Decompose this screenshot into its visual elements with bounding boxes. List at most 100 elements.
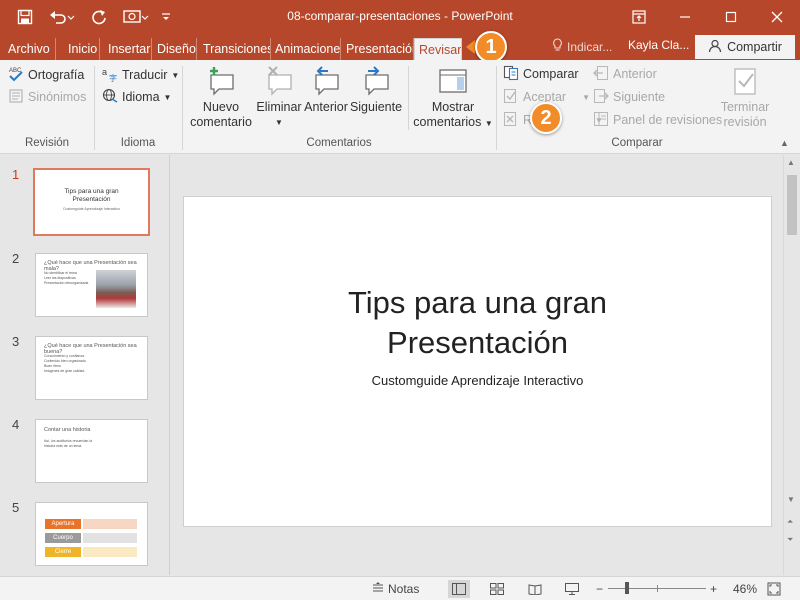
- show-comments-label-2: comentarios ▼: [413, 115, 493, 131]
- show-comments-icon: [437, 62, 469, 100]
- end-review-label-1: Terminar: [720, 100, 770, 114]
- scroll-up-icon[interactable]: ▲: [787, 158, 795, 167]
- zoom-out-icon[interactable]: −: [596, 581, 603, 597]
- tab-animaciones[interactable]: Animaciones: [273, 38, 341, 60]
- share-label: Compartir: [727, 40, 782, 54]
- globe-icon: [102, 88, 118, 107]
- group-label-comments: Comentarios: [306, 137, 372, 149]
- tab-insertar[interactable]: Insertar: [106, 38, 152, 60]
- scrollbar-thumb[interactable]: [787, 175, 797, 235]
- spelling-button[interactable]: ABC Ortografía: [8, 65, 84, 85]
- new-comment-icon: [205, 62, 237, 100]
- scroll-down-icon[interactable]: ▼: [787, 495, 795, 504]
- slide-number: 4: [12, 417, 20, 432]
- slide-title[interactable]: Tips para una gran Presentación: [184, 283, 771, 363]
- previous-change-icon: [593, 65, 609, 84]
- share-button[interactable]: Compartir: [695, 35, 795, 59]
- language-button[interactable]: Idioma ▼: [102, 87, 171, 107]
- thesaurus-button[interactable]: Sinónimos: [8, 87, 86, 107]
- minimize-icon[interactable]: [662, 0, 708, 34]
- tell-me-box[interactable]: Indicar...: [552, 38, 612, 55]
- chevron-down-icon: ▼: [582, 92, 591, 102]
- slide-subtitle[interactable]: Customguide Aprendizaje Interactivo: [184, 373, 771, 388]
- thumb-3-bullet: Imágenes de gran calidad: [44, 369, 85, 373]
- new-comment-label-1: Nuevo: [202, 100, 240, 114]
- tab-revisar[interactable]: Revisar: [414, 38, 462, 60]
- delete-comment-button[interactable]: Eliminar ▼: [255, 62, 303, 130]
- thumb-2-bullet: No identificar el tema: [44, 271, 77, 275]
- translate-button[interactable]: a字 Traducir ▼: [102, 65, 179, 85]
- previous-change-button[interactable]: Anterior: [593, 64, 657, 84]
- callout-1-pointer: [466, 40, 475, 54]
- callout-1: 1: [475, 31, 507, 63]
- slideshow-icon[interactable]: [565, 581, 579, 597]
- slide-number: 1: [12, 167, 20, 182]
- show-comments-button[interactable]: Mostrar comentarios ▼: [413, 62, 493, 131]
- normal-view-icon[interactable]: [448, 580, 470, 598]
- slide-thumbnail-2[interactable]: ¿Qué hace que una Presentación sea mala?…: [35, 253, 148, 317]
- zoom-slider-thumb[interactable]: [625, 582, 629, 594]
- group-label-language: Idioma: [120, 137, 156, 149]
- tab-diseno[interactable]: Diseño: [155, 38, 197, 60]
- tab-presentacion[interactable]: Presentación: [344, 38, 414, 60]
- previous-slide-icon[interactable]: ⏶: [787, 517, 793, 527]
- previous-comment-button[interactable]: Anterior: [303, 62, 349, 115]
- slide-number: 5: [12, 500, 20, 515]
- next-comment-label: Siguiente: [349, 100, 403, 114]
- ribbon: ABC Ortografía Sinónimos Revisión a字 Tra…: [0, 60, 800, 154]
- compare-label: Comparar: [523, 67, 579, 81]
- tab-inicio[interactable]: Inicio: [66, 38, 100, 60]
- thesaurus-icon: [8, 88, 24, 107]
- thumb-5-box-apertura: Apertura: [45, 519, 81, 529]
- reviewing-pane-label: Panel de revisiones: [613, 113, 723, 127]
- fit-to-window-icon[interactable]: [767, 581, 781, 597]
- reading-view-icon[interactable]: [528, 581, 542, 597]
- slide-thumbnail-panel: 1 Tips para una gran Presentación Custom…: [0, 155, 170, 575]
- slide-thumbnail-1[interactable]: Tips para una gran Presentación Customgu…: [33, 168, 150, 236]
- thesaurus-label: Sinónimos: [28, 90, 87, 104]
- next-change-button[interactable]: Siguiente: [593, 87, 665, 107]
- spelling-label: Ortografía: [28, 68, 85, 82]
- next-comment-button[interactable]: Siguiente: [349, 62, 403, 115]
- notes-button[interactable]: Notas: [372, 581, 419, 597]
- thumb-2-bullet: Leer las diapositivas: [44, 276, 76, 280]
- slide-sorter-icon[interactable]: [490, 581, 504, 597]
- next-change-icon: [593, 88, 609, 107]
- tab-archivo[interactable]: Archivo: [6, 38, 56, 60]
- next-comment-icon: [360, 62, 392, 100]
- ribbon-display-options-icon[interactable]: [616, 0, 662, 34]
- vertical-scrollbar[interactable]: ▲ ▼ ⏶ ⏷: [783, 155, 800, 575]
- accept-icon: [503, 88, 519, 107]
- status-bar: Notas − + 46%: [0, 576, 800, 600]
- collapse-ribbon-icon[interactable]: ▲: [780, 138, 789, 148]
- reviewing-pane-button[interactable]: Panel de revisiones: [593, 110, 722, 130]
- show-comments-label-1: Mostrar: [431, 100, 475, 114]
- notes-label: Notas: [388, 582, 420, 596]
- show-comments-label-2-text: comentarios: [413, 115, 482, 129]
- chevron-down-icon: ▼: [171, 70, 180, 80]
- thumb-3-bullet: Conocimiento y confianza: [44, 354, 85, 358]
- tab-transiciones[interactable]: Transiciones: [201, 38, 271, 60]
- thumb-5-arrow: [83, 533, 137, 543]
- new-comment-button[interactable]: Nuevo comentario: [186, 62, 256, 130]
- slide-editing-area: Tips para una gran Presentación Customgu…: [171, 155, 783, 575]
- slide-thumbnail-4[interactable]: Contar una historia Así, los auditorios …: [35, 419, 148, 483]
- zoom-level[interactable]: 46%: [733, 581, 757, 597]
- slide-title-line-2: Presentación: [387, 325, 568, 360]
- slide-thumbnail-3[interactable]: ¿Qué hace que una Presentación sea buena…: [35, 336, 148, 400]
- zoom-slider[interactable]: [608, 582, 706, 594]
- maximize-icon[interactable]: [708, 0, 754, 34]
- thumb-1-subtitle: Customguide Aprendizaje Interactivo: [62, 207, 120, 211]
- spelling-check-icon: ABC: [8, 66, 24, 85]
- thumb-1-title: Tips para una gran Presentación: [64, 188, 119, 203]
- close-icon[interactable]: [754, 0, 800, 34]
- thumb-4-title: Contar una historia: [44, 427, 91, 433]
- next-slide-icon[interactable]: ⏷: [787, 535, 793, 545]
- slide-thumbnail-5[interactable]: Apertura Cuerpo Cierre: [35, 502, 148, 566]
- zoom-in-icon[interactable]: +: [710, 581, 717, 597]
- compare-button[interactable]: Comparar: [503, 64, 579, 84]
- slide-title-line-1: Tips para una gran: [347, 285, 608, 320]
- user-account[interactable]: Kayla Cla...: [628, 38, 689, 52]
- end-review-button[interactable]: Terminar revisión: [717, 62, 773, 130]
- current-slide[interactable]: Tips para una gran Presentación Customgu…: [183, 196, 772, 527]
